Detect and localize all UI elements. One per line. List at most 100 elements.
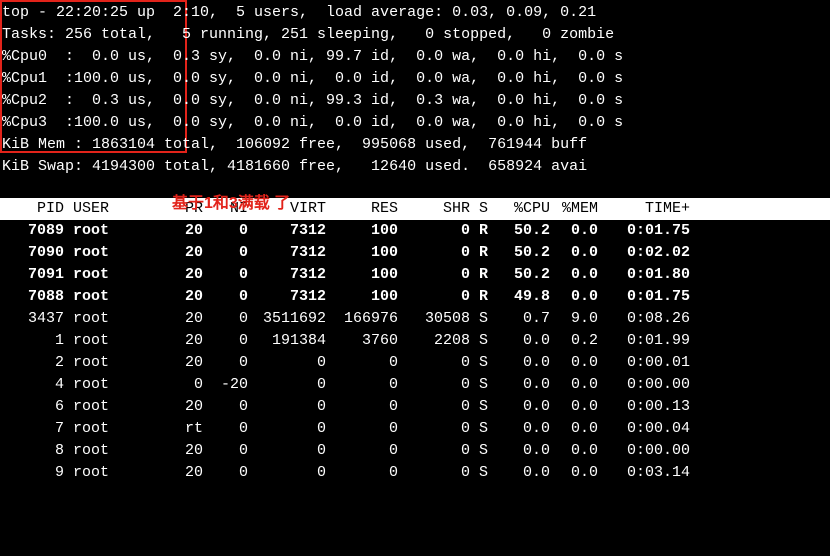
table-row: 7091 root20 0 7312 100 0 R 50.2 0.0 0:01… — [0, 264, 830, 286]
cell-cpu: 0.0 — [492, 396, 550, 418]
table-row: 7090 root20 0 7312 100 0 R 50.2 0.0 0:02… — [0, 242, 830, 264]
summary-line-cpu2: %Cpu2 : 0.3 us, 0.0 sy, 0.0 ni, 99.3 id,… — [2, 92, 623, 109]
cell-pr: rt — [118, 418, 203, 440]
cell-virt: 7312 — [248, 286, 326, 308]
cell-pr: 20 — [118, 462, 203, 484]
col-res: RES — [326, 198, 398, 220]
cell-res: 166976 — [326, 308, 398, 330]
cell-res: 3760 — [326, 330, 398, 352]
cell-time: 0:00.01 — [598, 352, 690, 374]
cell-shr: 0 — [398, 374, 470, 396]
cell-pid: 7 — [0, 418, 64, 440]
summary-line-swap: KiB Swap: 4194300 total, 4181660 free, 1… — [2, 158, 587, 175]
cell-pad — [690, 286, 830, 308]
cell-pid: 7088 — [0, 286, 64, 308]
table-row: 7088 root20 0 7312 100 0 R 49.8 0.0 0:01… — [0, 286, 830, 308]
cell-s: S — [470, 308, 492, 330]
cell-user: root — [64, 242, 118, 264]
summary-line-tasks: Tasks: 256 total, 5 running, 251 sleepin… — [2, 26, 614, 43]
cell-virt: 7312 — [248, 220, 326, 242]
cell-s: R — [470, 286, 492, 308]
cell-shr: 0 — [398, 352, 470, 374]
cell-res: 0 — [326, 418, 398, 440]
process-header: PID USER PR NI VIRT RES SHR S %CPU %MEM … — [0, 198, 830, 220]
cell-virt: 3511692 — [248, 308, 326, 330]
cell-ni: 0 — [203, 264, 248, 286]
cell-ni: 0 — [203, 220, 248, 242]
cell-res: 100 — [326, 286, 398, 308]
cell-res: 0 — [326, 440, 398, 462]
cell-res: 0 — [326, 396, 398, 418]
cell-ni: 0 — [203, 242, 248, 264]
cell-cpu: 0.0 — [492, 440, 550, 462]
table-row: 8 root20 0 0 0 0 S 0.0 0.0 0:00.00 — [0, 440, 830, 462]
col-pr: PR — [118, 198, 203, 220]
cell-pid: 8 — [0, 440, 64, 462]
cell-virt: 7312 — [248, 242, 326, 264]
cell-cpu: 0.0 — [492, 352, 550, 374]
cell-pad — [690, 440, 830, 462]
cell-s: S — [470, 462, 492, 484]
table-row: 3437 root20 0 3511692 166976 30508 S 0.7… — [0, 308, 830, 330]
table-row: 9 root20 0 0 0 0 S 0.0 0.0 0:03.14 — [0, 462, 830, 484]
cell-user: root — [64, 418, 118, 440]
cell-pad — [690, 352, 830, 374]
cell-pr: 20 — [118, 264, 203, 286]
cell-mem: 0.0 — [550, 352, 598, 374]
cell-virt: 0 — [248, 418, 326, 440]
cell-res: 0 — [326, 352, 398, 374]
cell-pid: 1 — [0, 330, 64, 352]
cell-pid: 7090 — [0, 242, 64, 264]
cell-cpu: 0.0 — [492, 330, 550, 352]
cell-user: root — [64, 396, 118, 418]
cell-res: 100 — [326, 242, 398, 264]
cell-time: 0:01.80 — [598, 264, 690, 286]
cell-cpu: 50.2 — [492, 242, 550, 264]
cell-user: root — [64, 220, 118, 242]
cell-virt: 0 — [248, 396, 326, 418]
cell-time: 0:08.26 — [598, 308, 690, 330]
cell-s: R — [470, 220, 492, 242]
col-shr: SHR — [398, 198, 470, 220]
cell-time: 0:00.00 — [598, 374, 690, 396]
cell-pad — [690, 264, 830, 286]
cell-mem: 0.0 — [550, 374, 598, 396]
cell-cpu: 50.2 — [492, 264, 550, 286]
cell-pr: 20 — [118, 220, 203, 242]
cell-pr: 0 — [118, 374, 203, 396]
cell-mem: 0.0 — [550, 264, 598, 286]
cell-pad — [690, 242, 830, 264]
col-time: TIME+ — [598, 198, 690, 220]
cell-pid: 7091 — [0, 264, 64, 286]
cell-pad — [690, 374, 830, 396]
cell-virt: 0 — [248, 352, 326, 374]
cell-ni: 0 — [203, 286, 248, 308]
cell-ni: 0 — [203, 352, 248, 374]
cell-ni: -20 — [203, 374, 248, 396]
cell-s: S — [470, 352, 492, 374]
cell-pid: 4 — [0, 374, 64, 396]
cell-user: root — [64, 374, 118, 396]
summary-line-cpu1: %Cpu1 :100.0 us, 0.0 sy, 0.0 ni, 0.0 id,… — [2, 70, 623, 87]
cell-virt: 0 — [248, 440, 326, 462]
cell-virt: 191384 — [248, 330, 326, 352]
terminal-window[interactable]: top - 22:20:25 up 2:10, 5 users, load av… — [0, 0, 830, 484]
cell-user: root — [64, 440, 118, 462]
cell-pid: 3437 — [0, 308, 64, 330]
cell-pr: 20 — [118, 352, 203, 374]
table-row: 7 rootrt 0 0 0 0 S 0.0 0.0 0:00.04 — [0, 418, 830, 440]
cell-mem: 0.0 — [550, 440, 598, 462]
cell-ni: 0 — [203, 462, 248, 484]
summary-line-cpu0: %Cpu0 : 0.0 us, 0.3 sy, 0.0 ni, 99.7 id,… — [2, 48, 623, 65]
cell-mem: 9.0 — [550, 308, 598, 330]
cell-virt: 0 — [248, 462, 326, 484]
cell-shr: 2208 — [398, 330, 470, 352]
col-mem: %MEM — [550, 198, 598, 220]
cell-pr: 20 — [118, 440, 203, 462]
cell-pid: 9 — [0, 462, 64, 484]
col-virt: VIRT — [248, 198, 326, 220]
summary-line-cpu3: %Cpu3 :100.0 us, 0.0 sy, 0.0 ni, 0.0 id,… — [2, 114, 623, 131]
table-row: 6 root20 0 0 0 0 S 0.0 0.0 0:00.13 — [0, 396, 830, 418]
table-row: 2 root20 0 0 0 0 S 0.0 0.0 0:00.01 — [0, 352, 830, 374]
table-row: 1 root20 0 191384 3760 2208 S 0.0 0.2 0:… — [0, 330, 830, 352]
